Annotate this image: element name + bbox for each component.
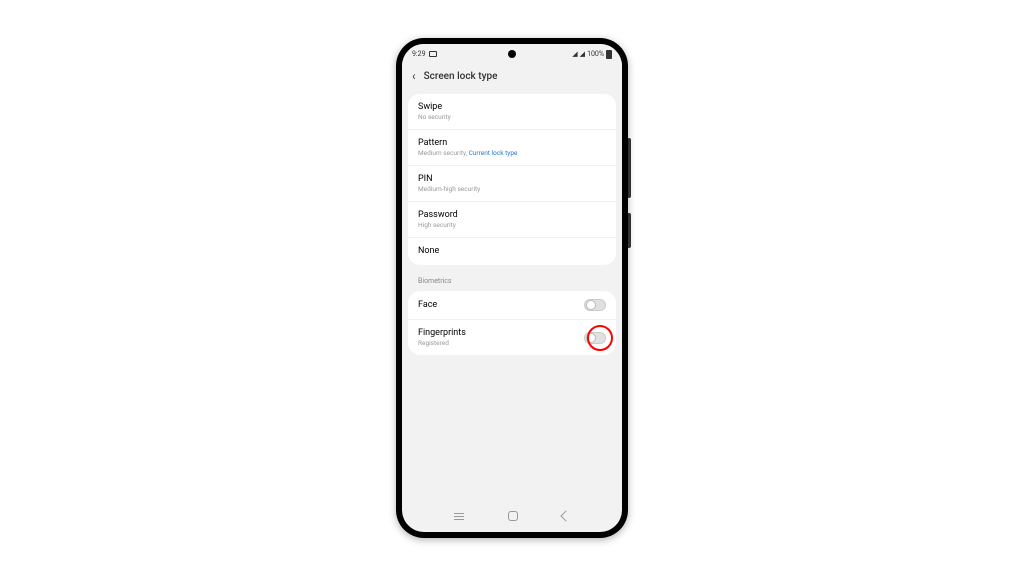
biometrics-section-label: Biometrics <box>408 269 616 291</box>
lock-type-pattern[interactable]: Pattern Medium security, Current lock ty… <box>408 130 616 166</box>
power-button <box>628 213 631 248</box>
item-subtitle: Medium-high security <box>418 185 606 193</box>
lock-type-password[interactable]: Password High security <box>408 202 616 238</box>
camera-status-icon <box>429 51 437 57</box>
nav-back-button[interactable] <box>560 510 571 521</box>
nav-recent-button[interactable] <box>454 513 464 520</box>
item-title: Fingerprints <box>418 328 466 338</box>
item-title: Face <box>418 300 437 310</box>
biometric-face[interactable]: Face <box>408 291 616 320</box>
item-subtitle: No security <box>418 113 606 121</box>
item-subtitle: High security <box>418 221 606 229</box>
lock-type-swipe[interactable]: Swipe No security <box>408 94 616 130</box>
wifi-icon: ◢ <box>572 50 577 58</box>
biometrics-card: Face Fingerprints Registered <box>408 291 616 355</box>
biometric-fingerprints[interactable]: Fingerprints Registered <box>408 320 616 355</box>
status-time: 9:29 <box>412 50 426 58</box>
lock-type-pin[interactable]: PIN Medium-high security <box>408 166 616 202</box>
item-title: Password <box>418 210 606 220</box>
volume-buttons <box>628 138 631 198</box>
nav-home-button[interactable] <box>508 511 518 521</box>
page-title: Screen lock type <box>424 71 498 82</box>
content-area: Swipe No security Pattern Medium securit… <box>402 90 622 363</box>
camera-notch <box>508 50 516 58</box>
app-header: ‹ Screen lock type <box>402 62 622 90</box>
item-title: PIN <box>418 174 606 184</box>
item-title: None <box>418 246 606 256</box>
signal-icon: ◢ <box>580 50 585 58</box>
item-title: Swipe <box>418 102 606 112</box>
battery-percent: 100% <box>587 50 604 58</box>
item-subtitle: Medium security, Current lock type <box>418 149 606 157</box>
back-button[interactable]: ‹ <box>412 69 416 83</box>
fingerprints-toggle[interactable] <box>584 332 606 344</box>
item-subtitle: Registered <box>418 339 466 347</box>
phone-screen: 9:29 ◢ ◢ 100% ‹ Screen lock type Swipe N… <box>402 44 622 532</box>
face-toggle[interactable] <box>584 299 606 311</box>
lock-types-card: Swipe No security Pattern Medium securit… <box>408 94 616 265</box>
phone-frame: 9:29 ◢ ◢ 100% ‹ Screen lock type Swipe N… <box>396 38 628 538</box>
lock-type-none[interactable]: None <box>408 238 616 265</box>
navigation-bar <box>402 504 622 528</box>
item-title: Pattern <box>418 138 606 148</box>
battery-icon <box>606 50 612 59</box>
